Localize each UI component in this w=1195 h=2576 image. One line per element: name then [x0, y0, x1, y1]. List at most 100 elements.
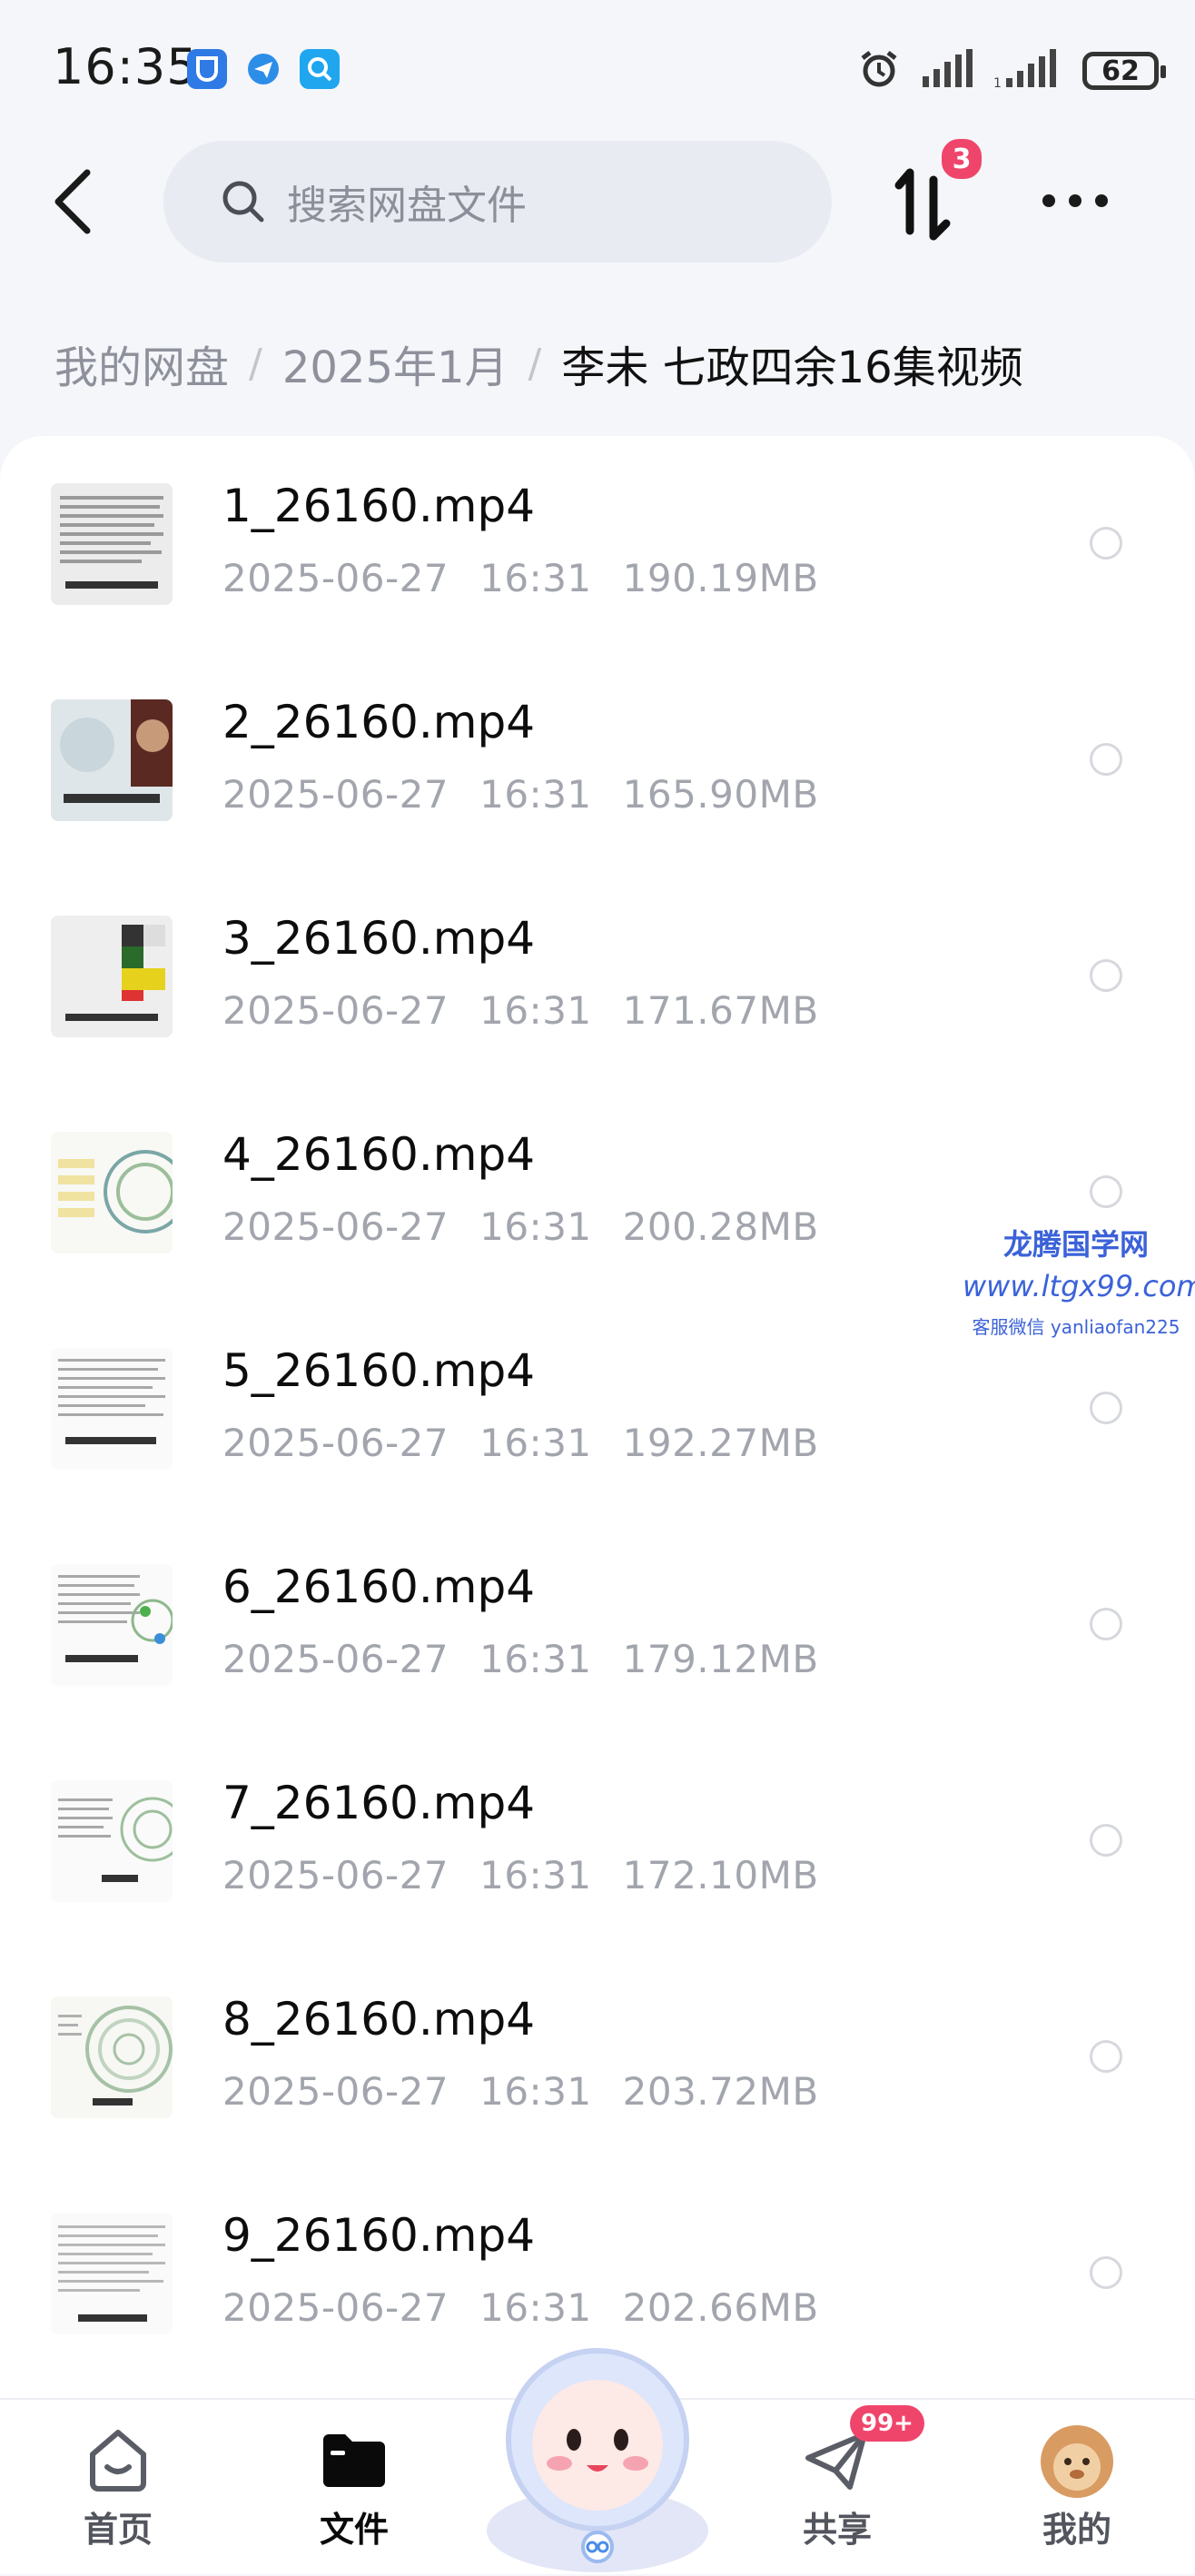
file-meta: 2025-06-27 16:31 192.27MB	[222, 1421, 850, 1465]
file-size: 192.27MB	[622, 1421, 819, 1465]
file-time: 16:31	[479, 772, 592, 817]
file-time: 16:31	[479, 1421, 592, 1465]
file-time: 16:31	[479, 988, 592, 1033]
file-time: 16:31	[479, 2285, 592, 2330]
file-meta: 2025-06-27 16:31 179.12MB	[222, 1637, 850, 1681]
file-date: 2025-06-27	[222, 988, 449, 1033]
file-meta: 2025-06-27 16:31 200.28MB	[222, 1204, 850, 1249]
file-name: 8_26160.mp4	[222, 1993, 536, 2046]
select-radio[interactable]	[1090, 1175, 1122, 1208]
file-date: 2025-06-27	[222, 1204, 449, 1249]
file-name: 3_26160.mp4	[222, 912, 536, 965]
file-name: 5_26160.mp4	[222, 1344, 536, 1397]
more-dot-icon	[1095, 194, 1108, 207]
file-date: 2025-06-27	[222, 2285, 449, 2330]
video-thumbnail	[51, 1132, 173, 1253]
breadcrumb-current: 李未 七政四余16集视频	[561, 342, 1023, 393]
breadcrumb-separator: /	[249, 340, 262, 387]
file-row[interactable]: 6_26160.mp4 2025-06-27 16:31 179.12MB	[0, 1517, 1195, 1733]
tab-me-label: 我的	[1042, 2510, 1111, 2550]
file-meta: 2025-06-27 16:31 172.10MB	[222, 1853, 850, 1897]
file-list: 1_26160.mp4 2025-06-27 16:31 190.19MB 2_26…	[0, 436, 1195, 2398]
file-row[interactable]: 2_26160.mp4 2025-06-27 16:31 165.90MB	[0, 652, 1195, 868]
file-row[interactable]: 7_26160.mp4 2025-06-27 16:31 172.10MB	[0, 1733, 1195, 1949]
search-icon	[222, 181, 264, 223]
breadcrumb-item-month[interactable]: 2025年1月	[282, 332, 509, 395]
tab-home[interactable]: 首页	[36, 2400, 200, 2574]
video-thumbnail	[51, 1996, 173, 2118]
share-badge: 99+	[850, 2405, 924, 2442]
file-name: 7_26160.mp4	[222, 1777, 536, 1829]
watermark: 龙腾国学网 www.ltgx99.com 客服微信 yanliaofan225	[963, 1222, 1195, 1339]
battery-indicator: 62	[1082, 52, 1166, 90]
alarm-icon	[857, 47, 901, 94]
shield-app-icon	[187, 49, 227, 89]
more-dot-icon	[1069, 194, 1081, 207]
bird-app-icon	[243, 49, 283, 89]
file-row[interactable]: 3_26160.mp4 2025-06-27 16:31 171.67MB	[0, 868, 1195, 1085]
video-thumbnail	[51, 1780, 173, 1902]
video-thumbnail	[51, 1564, 173, 1686]
video-thumbnail	[51, 916, 173, 1037]
select-radio[interactable]	[1090, 1608, 1122, 1640]
search-app-icon	[300, 49, 340, 89]
file-size: 202.66MB	[622, 2285, 819, 2330]
file-date: 2025-06-27	[222, 1637, 449, 1681]
file-size: 203.72MB	[622, 2069, 819, 2114]
video-thumbnail	[51, 2213, 173, 2334]
file-size: 171.67MB	[622, 988, 819, 1033]
home-icon	[90, 2430, 146, 2492]
select-radio[interactable]	[1090, 527, 1122, 560]
file-row[interactable]: 1_26160.mp4 2025-06-27 16:31 190.19MB	[0, 436, 1195, 652]
file-size: 165.90MB	[622, 772, 819, 817]
breadcrumb-separator: /	[528, 340, 542, 387]
mascot-button[interactable]	[479, 2333, 716, 2572]
chevron-left-icon	[54, 169, 91, 234]
file-size: 200.28MB	[622, 1204, 819, 1249]
more-options-button[interactable]	[1042, 182, 1108, 220]
file-date: 2025-06-27	[222, 2069, 449, 2114]
select-radio[interactable]	[1090, 959, 1122, 992]
signal-icon	[921, 49, 973, 93]
file-row[interactable]: 8_26160.mp4 2025-06-27 16:31 203.72MB	[0, 1949, 1195, 2165]
select-radio[interactable]	[1090, 2256, 1122, 2289]
file-time: 16:31	[479, 2069, 592, 2114]
tab-me[interactable]: 我的	[995, 2400, 1159, 2574]
watermark-url: www.ltgx99.com	[963, 1269, 1195, 1303]
transfer-badge: 3	[939, 136, 984, 182]
file-time: 16:31	[479, 556, 592, 600]
file-name: 9_26160.mp4	[222, 2209, 536, 2262]
file-date: 2025-06-27	[222, 556, 449, 600]
tab-share[interactable]: 99+ 共享	[756, 2400, 924, 2574]
search-placeholder: 搜索网盘文件	[287, 183, 527, 229]
select-radio[interactable]	[1090, 2040, 1122, 2073]
select-radio[interactable]	[1090, 743, 1122, 776]
file-meta: 2025-06-27 16:31 203.72MB	[222, 2069, 850, 2114]
file-size: 179.12MB	[622, 1637, 819, 1681]
file-size: 190.19MB	[622, 556, 819, 600]
breadcrumb-item-root[interactable]: 我的网盘	[54, 332, 229, 395]
file-size: 172.10MB	[622, 1853, 819, 1897]
back-button[interactable]	[44, 165, 102, 238]
status-bar: 16:35 1 62	[0, 0, 1195, 136]
file-meta: 2025-06-27 16:31 202.66MB	[222, 2285, 850, 2330]
file-name: 4_26160.mp4	[222, 1128, 536, 1181]
search-input[interactable]: 搜索网盘文件	[163, 141, 832, 263]
file-meta: 2025-06-27 16:31 165.90MB	[222, 772, 850, 817]
watermark-contact: 客服微信 yanliaofan225	[972, 1316, 1180, 1338]
file-date: 2025-06-27	[222, 772, 449, 817]
file-name: 6_26160.mp4	[222, 1560, 536, 1613]
folder-icon	[323, 2434, 385, 2487]
file-time: 16:31	[479, 1637, 592, 1681]
tab-files[interactable]: 文件	[272, 2400, 436, 2574]
file-name: 2_26160.mp4	[222, 696, 536, 748]
file-meta: 2025-06-27 16:31 190.19MB	[222, 556, 850, 600]
select-radio[interactable]	[1090, 1824, 1122, 1857]
svg-text:1: 1	[993, 76, 1002, 89]
file-name: 1_26160.mp4	[222, 480, 536, 532]
select-radio[interactable]	[1090, 1392, 1122, 1424]
video-thumbnail	[51, 699, 173, 821]
file-meta: 2025-06-27 16:31 171.67MB	[222, 988, 850, 1033]
breadcrumb: 我的网盘 / 2025年1月 / 李未 七政四余16集视频	[54, 327, 1023, 400]
tab-home-label: 首页	[83, 2510, 153, 2550]
